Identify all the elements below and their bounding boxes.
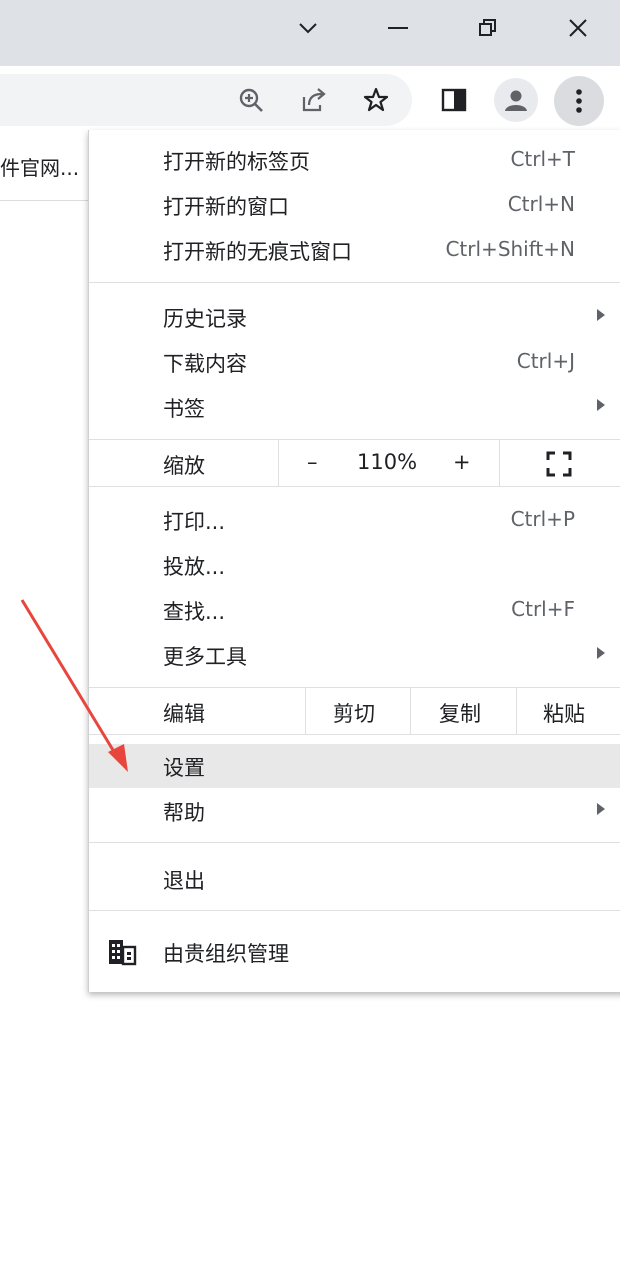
zoom-out-button[interactable]: – — [307, 450, 318, 474]
menu-item-label: 打开新的窗口 — [163, 195, 289, 219]
zoom-button[interactable] — [233, 82, 269, 118]
restore-button[interactable] — [466, 8, 510, 48]
copy-button[interactable]: 复制 — [439, 698, 481, 728]
menu-item-bookmarks[interactable]: 书签 — [89, 385, 620, 429]
menu-item-label: 打印... — [163, 510, 226, 534]
menu-item-label: 由贵组织管理 — [163, 942, 289, 966]
bookmark-item[interactable]: 件官网... — [0, 152, 79, 181]
menu-item-label: 下载内容 — [163, 352, 247, 376]
edit-divider — [305, 688, 306, 734]
shortcut-text: Ctrl+F — [511, 597, 575, 621]
menu-item-help[interactable]: 帮助 — [89, 789, 620, 833]
menu-item-label: 打开新的无痕式窗口 — [163, 240, 352, 264]
shortcut-text: Ctrl+Shift+N — [445, 237, 575, 261]
menu-item-find[interactable]: 查找... Ctrl+F — [89, 588, 620, 632]
chevron-down-icon — [299, 23, 317, 34]
zoom-in-button[interactable]: + — [453, 450, 471, 474]
submenu-arrow-icon — [597, 309, 605, 321]
menu-item-new-incognito[interactable]: 打开新的无痕式窗口 Ctrl+Shift+N — [89, 228, 620, 272]
submenu-arrow-icon — [597, 803, 605, 815]
bookmark-star-icon — [363, 87, 389, 112]
menu-item-print[interactable]: 打印... Ctrl+P — [89, 498, 620, 542]
menu-item-history[interactable]: 历史记录 — [89, 295, 620, 339]
submenu-arrow-icon — [597, 399, 605, 411]
menu-item-settings[interactable]: 设置 — [89, 744, 620, 788]
fullscreen-icon — [546, 451, 572, 477]
menu-item-label: 设置 — [163, 756, 205, 780]
zoom-level: 110% — [357, 450, 418, 474]
tab-search-button[interactable] — [286, 8, 330, 48]
menu-item-label: 查找... — [163, 600, 226, 624]
shortcut-text: Ctrl+J — [516, 349, 575, 373]
close-icon — [569, 19, 587, 37]
menu-separator — [89, 734, 620, 735]
menu-item-downloads[interactable]: 下载内容 Ctrl+J — [89, 340, 620, 384]
side-panel-icon — [441, 88, 467, 112]
menu-item-new-tab[interactable]: 打开新的标签页 Ctrl+T — [89, 138, 620, 182]
profile-icon — [505, 90, 527, 111]
menu-item-label: 投放... — [163, 555, 226, 579]
shortcut-text: Ctrl+P — [510, 507, 575, 531]
more-menu-icon — [576, 89, 582, 113]
zoom-divider — [499, 440, 500, 486]
edit-divider — [410, 688, 411, 734]
menu-item-new-window[interactable]: 打开新的窗口 Ctrl+N — [89, 183, 620, 227]
menu-item-managed[interactable]: 由贵组织管理 — [89, 930, 620, 974]
menu-item-exit[interactable]: 退出 — [89, 857, 620, 901]
menu-separator — [89, 486, 620, 487]
menu-separator — [89, 439, 620, 440]
bookmark-star-button[interactable] — [358, 82, 394, 118]
minimize-icon — [388, 27, 408, 29]
menu-separator — [89, 910, 620, 911]
menu-separator — [89, 687, 620, 688]
submenu-arrow-icon — [597, 647, 605, 659]
minimize-button[interactable] — [376, 8, 420, 48]
zoom-divider — [278, 440, 279, 486]
close-button[interactable] — [556, 8, 600, 48]
menu-item-label: 编辑 — [163, 702, 205, 726]
share-icon — [302, 88, 326, 112]
menu-item-label: 退出 — [163, 869, 205, 893]
menu-item-zoom: 缩放 — [89, 442, 620, 486]
restore-icon — [479, 19, 496, 36]
building-icon — [107, 938, 137, 970]
edit-divider — [516, 688, 517, 734]
menu-item-label: 打开新的标签页 — [163, 150, 310, 174]
profile-button[interactable] — [494, 78, 538, 122]
menu-item-label: 更多工具 — [163, 645, 247, 669]
paste-button[interactable]: 粘贴 — [543, 698, 585, 728]
menu-item-label: 缩放 — [163, 454, 205, 478]
shortcut-text: Ctrl+N — [507, 192, 575, 216]
address-bar[interactable] — [0, 74, 412, 126]
zoom-icon — [239, 88, 263, 112]
menu-item-more-tools[interactable]: 更多工具 — [89, 633, 620, 677]
menu-item-label: 历史记录 — [163, 307, 247, 331]
more-menu-button[interactable] — [554, 76, 604, 126]
share-button[interactable] — [296, 82, 332, 118]
title-bar — [0, 0, 620, 66]
shortcut-text: Ctrl+T — [510, 147, 575, 171]
side-panel-button[interactable] — [436, 82, 472, 118]
fullscreen-button[interactable] — [545, 450, 573, 478]
menu-item-label: 帮助 — [163, 801, 205, 825]
menu-item-label: 书签 — [163, 397, 205, 421]
chrome-menu: 打开新的标签页 Ctrl+T 打开新的窗口 Ctrl+N 打开新的无痕式窗口 C… — [88, 130, 620, 992]
menu-separator — [89, 842, 620, 843]
cut-button[interactable]: 剪切 — [333, 698, 375, 728]
menu-item-cast[interactable]: 投放... — [89, 543, 620, 587]
menu-separator — [89, 282, 620, 283]
